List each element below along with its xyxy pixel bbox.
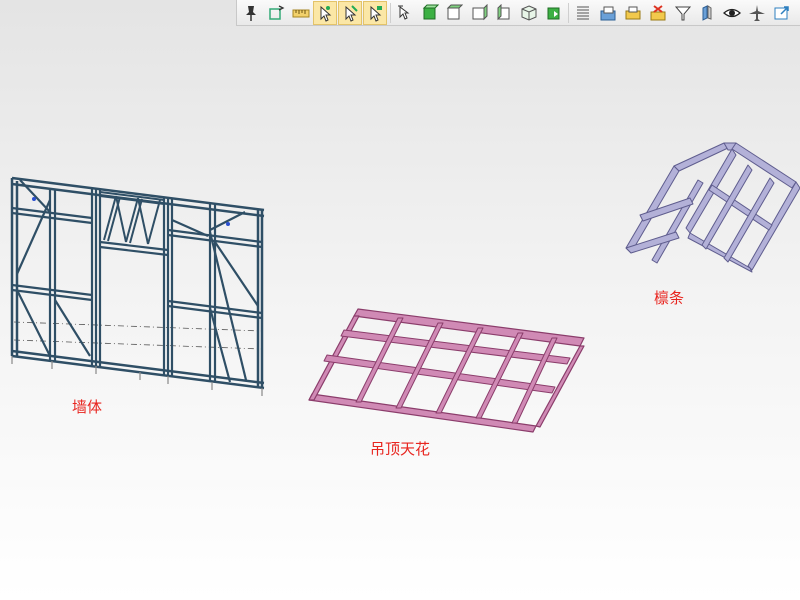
wall-label: 墙体: [72, 398, 103, 416]
purlin-label: 檩条: [654, 289, 685, 307]
wall-frame[interactable]: [10, 176, 265, 396]
purlin-frame[interactable]: [625, 142, 800, 273]
ceiling-frame[interactable]: [308, 308, 585, 433]
ceiling-label: 吊顶天花: [370, 440, 431, 458]
